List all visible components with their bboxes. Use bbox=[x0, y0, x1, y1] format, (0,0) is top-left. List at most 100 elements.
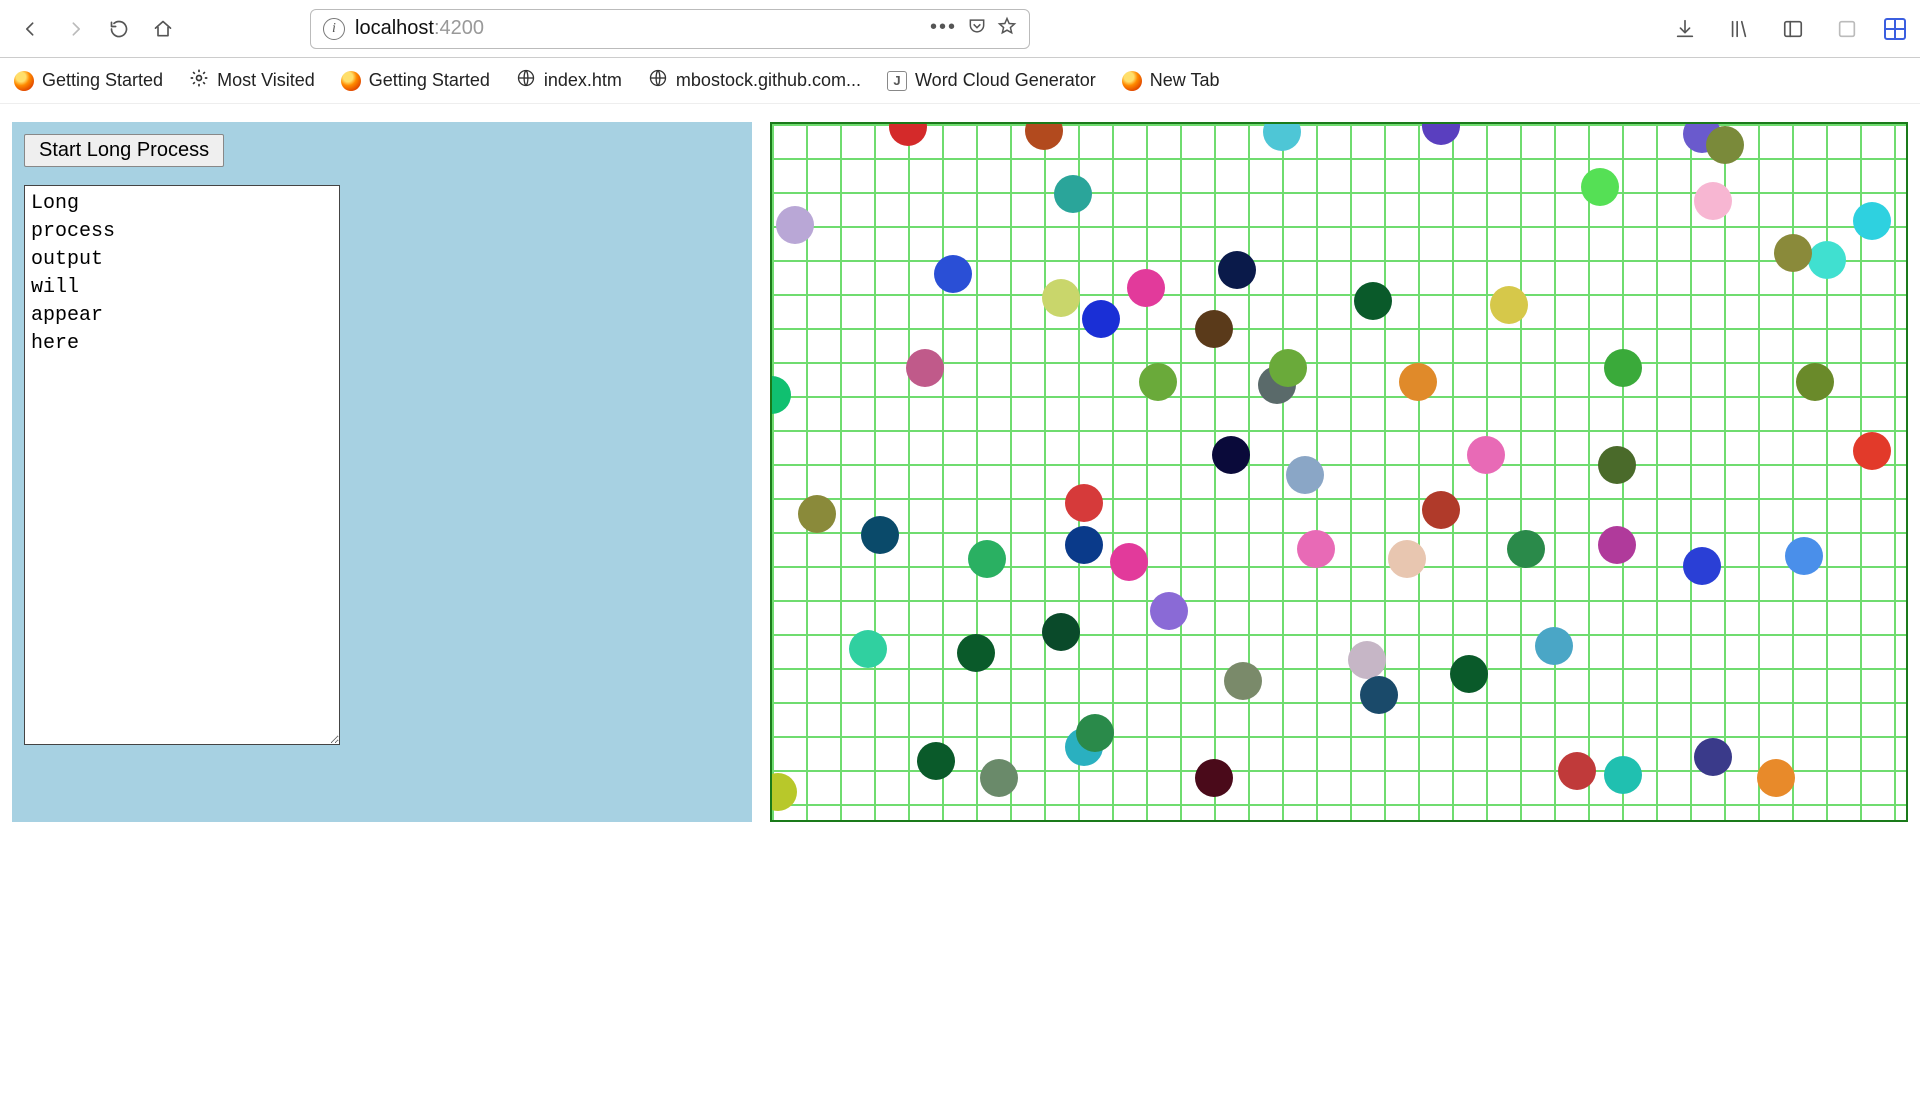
data-point bbox=[1796, 363, 1834, 401]
data-point bbox=[1042, 279, 1080, 317]
data-point bbox=[1065, 526, 1103, 564]
data-point bbox=[1348, 641, 1386, 679]
back-button[interactable] bbox=[14, 12, 48, 46]
data-point bbox=[917, 742, 955, 780]
data-point bbox=[770, 376, 791, 414]
data-point bbox=[1694, 182, 1732, 220]
forward-button[interactable] bbox=[58, 12, 92, 46]
data-point bbox=[906, 349, 944, 387]
data-point bbox=[1218, 251, 1256, 289]
site-info-icon[interactable]: i bbox=[323, 18, 345, 40]
bookmark-item[interactable]: Getting Started bbox=[14, 70, 163, 91]
data-point bbox=[1082, 300, 1120, 338]
firefox-icon bbox=[14, 71, 34, 91]
pocket-icon[interactable] bbox=[967, 16, 987, 41]
data-point bbox=[1467, 436, 1505, 474]
bookmark-star-icon[interactable] bbox=[997, 16, 1017, 41]
data-point bbox=[957, 634, 995, 672]
firefox-icon bbox=[1122, 71, 1142, 91]
page-content: Start Long Process bbox=[0, 104, 1920, 840]
data-point bbox=[1263, 122, 1301, 151]
data-point bbox=[1195, 759, 1233, 797]
data-point bbox=[1535, 627, 1573, 665]
control-panel: Start Long Process bbox=[12, 122, 752, 822]
sidebar-toggle-icon[interactable] bbox=[1776, 12, 1810, 46]
home-button[interactable] bbox=[146, 12, 180, 46]
globe-icon bbox=[648, 68, 668, 93]
data-point bbox=[1604, 349, 1642, 387]
data-point bbox=[1354, 282, 1392, 320]
downloads-icon[interactable] bbox=[1668, 12, 1702, 46]
data-point bbox=[1127, 269, 1165, 307]
data-point bbox=[1558, 752, 1596, 790]
data-point bbox=[1598, 446, 1636, 484]
page-actions-icon[interactable]: ••• bbox=[930, 17, 957, 37]
data-point bbox=[1683, 547, 1721, 585]
gear-icon bbox=[189, 68, 209, 93]
url-host: localhost bbox=[355, 17, 434, 39]
data-point bbox=[1604, 756, 1642, 794]
data-point bbox=[1853, 432, 1891, 470]
data-point bbox=[1388, 540, 1426, 578]
bookmark-label: Most Visited bbox=[217, 70, 315, 91]
bookmark-label: New Tab bbox=[1150, 70, 1220, 91]
toolbar-right bbox=[1668, 12, 1906, 46]
data-point bbox=[1490, 286, 1528, 324]
data-point bbox=[1774, 234, 1812, 272]
start-long-process-button[interactable]: Start Long Process bbox=[24, 134, 224, 167]
data-point bbox=[980, 759, 1018, 797]
data-point bbox=[1853, 202, 1891, 240]
data-point bbox=[1224, 662, 1262, 700]
data-point bbox=[1706, 126, 1744, 164]
data-point bbox=[1808, 241, 1846, 279]
data-point bbox=[1195, 310, 1233, 348]
data-point bbox=[1076, 714, 1114, 752]
data-point bbox=[1422, 122, 1460, 145]
data-point bbox=[1581, 168, 1619, 206]
bookmark-item[interactable]: JWord Cloud Generator bbox=[887, 70, 1096, 91]
data-point bbox=[1065, 484, 1103, 522]
data-point bbox=[934, 255, 972, 293]
data-point bbox=[849, 630, 887, 668]
data-point bbox=[1110, 543, 1148, 581]
bookmark-label: Getting Started bbox=[42, 70, 163, 91]
data-point bbox=[1269, 349, 1307, 387]
data-point bbox=[770, 773, 797, 811]
data-point bbox=[1286, 456, 1324, 494]
data-point bbox=[1785, 537, 1823, 575]
data-point bbox=[861, 516, 899, 554]
bookmark-label: Getting Started bbox=[369, 70, 490, 91]
browser-toolbar: i localhost:4200 ••• bbox=[0, 0, 1920, 58]
data-point bbox=[1139, 363, 1177, 401]
bookmark-item[interactable]: Getting Started bbox=[341, 70, 490, 91]
process-output-textarea[interactable] bbox=[24, 185, 340, 745]
firefox-icon bbox=[341, 71, 361, 91]
data-point bbox=[1507, 530, 1545, 568]
url-text: localhost:4200 bbox=[355, 17, 920, 40]
library-icon[interactable] bbox=[1722, 12, 1756, 46]
data-point bbox=[1450, 655, 1488, 693]
extension-slot-icon bbox=[1830, 12, 1864, 46]
data-point bbox=[889, 122, 927, 146]
data-point bbox=[1598, 526, 1636, 564]
bookmark-label: Word Cloud Generator bbox=[915, 70, 1096, 91]
browser-window: i localhost:4200 ••• bbox=[0, 0, 1920, 840]
visualization-grid bbox=[770, 122, 1908, 822]
data-point bbox=[968, 540, 1006, 578]
url-bar[interactable]: i localhost:4200 ••• bbox=[310, 9, 1030, 49]
bookmark-label: mbostock.github.com... bbox=[676, 70, 861, 91]
reload-button[interactable] bbox=[102, 12, 136, 46]
data-point bbox=[776, 206, 814, 244]
extension-grid-icon[interactable] bbox=[1884, 18, 1906, 40]
data-point bbox=[1212, 436, 1250, 474]
bookmark-item[interactable]: New Tab bbox=[1122, 70, 1220, 91]
data-point bbox=[1757, 759, 1795, 797]
data-point bbox=[1399, 363, 1437, 401]
bookmark-item[interactable]: Most Visited bbox=[189, 68, 315, 93]
bookmark-item[interactable]: index.htm bbox=[516, 68, 622, 93]
data-point bbox=[1422, 491, 1460, 529]
bookmark-label: index.htm bbox=[544, 70, 622, 91]
globe-icon bbox=[516, 68, 536, 93]
bookmark-item[interactable]: mbostock.github.com... bbox=[648, 68, 861, 93]
data-point bbox=[1042, 613, 1080, 651]
